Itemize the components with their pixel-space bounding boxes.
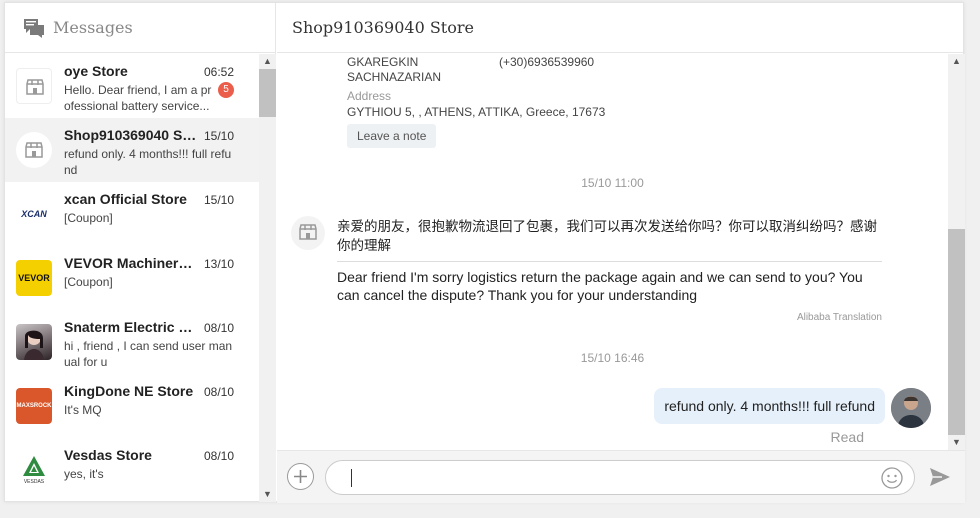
store-avatar [16, 68, 52, 104]
conversation-list-scrollbar[interactable]: ▲ ▼ [259, 54, 276, 502]
conversation-panel: Messages oye Store 06:52 Hello. Dear fri… [5, 3, 276, 502]
conversation-list: oye Store 06:52 Hello. Dear friend, I am… [5, 54, 259, 501]
conversation-preview: yes, it's [64, 467, 104, 481]
vesdas-logo-text: VESDAS [23, 479, 45, 485]
attach-button[interactable] [287, 463, 314, 490]
conversation-item[interactable]: VEVOR VEVOR Machinery Store 13/10 [Coupo… [5, 246, 259, 310]
conversation-name: KingDone NE Store [64, 383, 194, 399]
address-label: Address [347, 89, 392, 103]
store-icon [299, 224, 317, 240]
message-timestamp: 15/10 11:00 [581, 176, 644, 190]
scroll-up-arrow-icon[interactable]: ▲ [948, 54, 965, 69]
conversation-name: xcan Official Store [64, 191, 187, 207]
recipient-name: GKAREGKIN SACHNAZARIAN [347, 55, 442, 84]
chat-scrollbar[interactable]: ▲ ▼ [948, 54, 965, 450]
conversation-name: Snaterm Electric Store [64, 319, 199, 335]
plus-icon [294, 470, 307, 483]
xcan-logo-text: XCAN [21, 209, 47, 219]
xcan-logo: XCAN [16, 196, 52, 232]
conversation-name: oye Store [64, 63, 128, 79]
conversation-item[interactable]: oye Store 06:52 Hello. Dear friend, I am… [5, 54, 259, 118]
person-photo-icon [24, 330, 44, 360]
conversation-name: Shop910369040 Store [64, 127, 199, 143]
send-icon[interactable] [929, 466, 951, 488]
scroll-up-arrow-icon[interactable]: ▲ [259, 54, 276, 69]
user-photo-icon [891, 388, 931, 428]
outgoing-message-bubble: refund only. 4 months!!! full refund [654, 388, 885, 424]
maxsrock-logo: MAXSROCK [16, 388, 52, 424]
store-avatar [16, 132, 52, 168]
messenger-window: Messages oye Store 06:52 Hello. Dear fri… [4, 2, 965, 503]
text-caret [351, 469, 352, 487]
message-composer [277, 450, 965, 503]
leave-note-button[interactable]: Leave a note [347, 124, 437, 148]
conversation-preview: [Coupon] [64, 275, 113, 289]
vevor-logo: VEVOR [16, 260, 52, 296]
original-message-text: 亲爱的朋友，很抱歉物流退回了包裹，我们可以再次发送给你吗？你可以取消纠纷吗？感谢… [337, 217, 882, 262]
translation-source: Alibaba Translation [796, 312, 882, 323]
conversation-date: 15/10 [203, 193, 234, 207]
read-status: Read [830, 429, 864, 445]
chat-panel: Shop910369040 Store GKAREGKIN SACHNAZARI… [277, 3, 965, 503]
conversation-item-active[interactable]: Shop910369040 Store 15/10 refund only. 4… [5, 118, 259, 182]
person-avatar [16, 324, 52, 360]
translated-message-text: Dear friend I'm sorry logistics return t… [337, 269, 863, 303]
conversation-date: 15/10 [203, 129, 234, 143]
store-avatar [291, 216, 325, 250]
conversation-date: 06:52 [203, 65, 234, 79]
chat-title: Shop910369040 Store [292, 18, 474, 37]
conversation-preview: refund only. 4 months!!! full refund [64, 147, 232, 177]
unread-badge: 5 [218, 82, 234, 98]
incoming-message: 亲爱的朋友，很抱歉物流退回了包裹，我们可以再次发送给你吗？你可以取消纠纷吗？感谢… [337, 217, 882, 323]
conversation-preview: [Coupon] [64, 211, 113, 225]
chat-messages: GKAREGKIN SACHNAZARIAN (+30)6936539960 A… [277, 54, 948, 450]
store-icon [25, 142, 43, 158]
store-icon [26, 79, 44, 95]
conversation-name: VEVOR Machinery Store [64, 255, 199, 271]
vevor-logo-text: VEVOR [18, 273, 50, 283]
messages-header: Messages [5, 3, 275, 53]
conversation-name: Vesdas Store [64, 447, 152, 463]
recipient-phone: (+30)6936539960 [499, 55, 595, 69]
conversation-date: 08/10 [203, 321, 234, 335]
scroll-down-arrow-icon[interactable]: ▼ [259, 487, 276, 502]
emoji-icon[interactable] [881, 467, 903, 489]
message-timestamp: 15/10 16:46 [580, 351, 645, 365]
conversation-preview: Hello. Dear friend, I am a professional … [64, 83, 212, 113]
chat-header: Shop910369040 Store [277, 3, 963, 53]
chat-bubbles-icon [24, 18, 44, 38]
maxsrock-logo-text: MAXSROCK [16, 403, 52, 409]
message-input[interactable] [350, 469, 850, 487]
conversation-preview: hi , friend , I can send user manual for… [64, 339, 233, 369]
conversation-date: 08/10 [203, 449, 234, 463]
conversation-preview: It's MQ [64, 403, 102, 417]
user-avatar [891, 388, 931, 428]
conversation-item[interactable]: MAXSROCK KingDone NE Store 08/10 It's MQ [5, 374, 259, 438]
scroll-down-arrow-icon[interactable]: ▼ [948, 435, 965, 450]
message-input-wrapper [325, 460, 915, 495]
recipient-address: GYTHIOU 5, , ATHENS, ATTIKA, Greece, 176… [347, 105, 606, 119]
conversation-item[interactable]: Snaterm Electric Store 08/10 hi , friend… [5, 310, 259, 374]
vesdas-logo: VESDAS [16, 452, 52, 488]
scrollbar-thumb[interactable] [948, 229, 965, 435]
conversation-item[interactable]: XCAN xcan Official Store 15/10 [Coupon] [5, 182, 259, 246]
conversation-date: 13/10 [203, 257, 234, 271]
scrollbar-thumb[interactable] [259, 69, 276, 117]
conversation-item[interactable]: VESDAS Vesdas Store 08/10 yes, it's [5, 438, 259, 501]
conversation-date: 08/10 [203, 385, 234, 399]
messages-title: Messages [53, 18, 133, 37]
